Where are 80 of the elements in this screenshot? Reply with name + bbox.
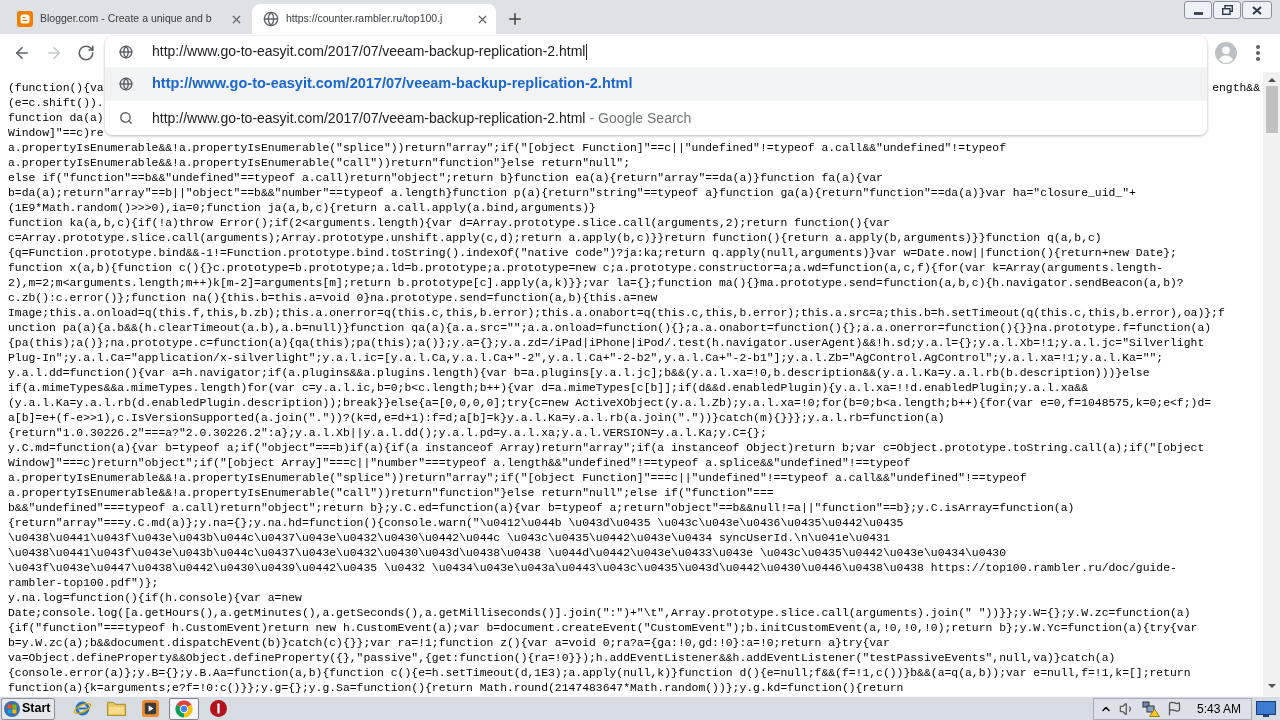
code-line: function(a){k=arguments;e?f=!0:c()}};y.g={};y.g.Sa=function(){return Math.round(2147483647*Math.random())};y.g.kd=function(){return — [8, 681, 904, 696]
code-line: {return"1.0.30226.2"===a?"2.0.30226.2":a};y.a.l.Xb||y.a.l.dd();y.a.l.pd=y.a.l.xa;y.a.l.VERSION=y.a.l.Ka;y.C={}; — [8, 426, 767, 441]
code-line: c=Array.prototype.slice.call(arguments);Array.prototype.unshift.apply(c,d);return a.apply(b,c)}}return function(){return a.apply(b,arguments)}}function q(a,b,c) — [8, 231, 1102, 246]
address-field[interactable]: http://www.go-to-easyit.com/2017/07/veeam-backup-replication-2.html — [105, 36, 1207, 67]
alert-icon — [210, 700, 227, 717]
clock-time[interactable]: 5:43 AM — [1196, 699, 1241, 718]
globe-icon — [119, 77, 133, 91]
scrollbar[interactable] — [1263, 72, 1280, 696]
reload-icon — [77, 44, 95, 62]
code-line: {q=Function.prototype.bind&&-1!=Function.prototype.bind.toString().indexOf("native code")?ja:ka;return q.apply(null,arguments)}var w=Date.now||function(){return+new Date}; — [8, 246, 1177, 261]
code-line: a.propertyIsEnumerable&&!a.propertyIsEnumerable("call"))return"function"}else return"null"; — [8, 156, 631, 171]
code-line: {return"array"===y.C.md(a)};y.na={};y.na.hd=function(){console.warn("\u0412\u044b \u043d\u0435 \u043c\u043e\u0436\u0435\u0442\u0435 — [8, 516, 904, 531]
person-icon — [1215, 42, 1237, 64]
suggestion-item[interactable]: http://www.go-to-easyit.com/2017/07/veeam-backup-replication-2.html — [105, 67, 1207, 101]
code-line: Window]"===c)return"object";if("[object Array]"===c||"number"===typeof a.length&&"undefined"!==typeof a.splice&&"undefined"!==typeof — [8, 456, 911, 471]
code-line: b=da(a);return"array"==b||"object"==b&&"number"==typeof a.length}function p(a){return"string"==typeof a}function ga(a){return"function"==da(a)}var ha="closure_uid_"+ — [8, 186, 1136, 201]
code-line: unction pa(a){a.b&&(h.clearTimeout(a.b),a.b=null)}function qa(a){a.a.src="";a.a.onload=function(){};a.a.onabort=function(){};a.a.onerror=function(){}}na.prototype.f=function(a) — [8, 321, 1212, 336]
ring-orbit-icon — [73, 699, 92, 718]
globe-icon — [119, 44, 133, 59]
code-line: Window]"==c)re — [8, 126, 104, 141]
close-window-button[interactable] — [1242, 1, 1272, 19]
code-line: {pa(this);a()};na.prototype.c=function(a){qa(this);pa(this);a()};y.a={};y.a.zd=/iPad|iPhone|iPod/.test(h.navigator.userAgent)&&!h.sd;y.a.l={};y.a.l.Xb=!1;y.a.l.jc="Silverlight — [8, 336, 1205, 351]
browser-tab[interactable]: https://counter.rambler.ru/top100.j — [252, 4, 496, 34]
color-wheel-icon — [175, 699, 194, 718]
code-line: function x(a,b){function c(){}c.prototype=b.prototype;a.ld=b.prototype;a.prototype=new c;a.prototype.constructor=a;a.wd=function(a,c,f){for(var k=Array(arguments.length- — [8, 261, 1164, 276]
code-line: if(a.mimeTypes&&a.mimeTypes.length)for(var c=y.a.l.ic,b=0;b<c.length;b++){var d=a.mimeTypes[c[b]];if(d&&d.enabledPlugin){y.a.l.xa=!!d.enabledPlugin;y.a.l.xa&& — [8, 381, 1088, 396]
code-line: rambler-top100.pdf")}; — [8, 576, 159, 591]
show-desktop-icon[interactable] — [1256, 700, 1276, 717]
code-line: \u043f\u043e\u0447\u0438\u0442\u0430\u0439\u0442\u0435 \u0432 \u0434\u043e\u043a\u0443\u043c\u0435\u043d\u0442\u0430\u0446\u0438\u0438 https://top100.rambler.ru/doc/guide- — [8, 561, 1177, 576]
code-line: a.propertyIsEnumerable&&!a.propertyIsEnumerable("splice"))return"array";if("[object Function]"==c||"undefined"!=typeof a.call&&"undefined"!=typeof — [8, 141, 1006, 156]
code-line: \u0438\u0441\u043f\u043e\u043b\u044c\u0437\u043e\u0432\u0430\u043d\u0438\u0438 \u044d\u0442\u043e\u0433\u043e \u043c\u0435\u0442\u043e\u0434\u0430 — [8, 546, 1006, 561]
code-line: y.C.md=function(a){var b=typeof a;if("object"===b)if(a){if(a instanceof Array)return"array";if(a instanceof Object)return b;var c=Object.prototype.toString.call(a);if("[object — [8, 441, 1205, 456]
flag-icon[interactable] — [1166, 701, 1182, 716]
media-player-icon — [142, 700, 159, 717]
code-line: a.propertyIsEnumerable&&!a.propertyIsEnumerable("splice"))return"array";if("[object Function]"===c||"undefined"!==typeof a.call&&"undefined"!==typeof — [8, 471, 1027, 486]
code-line: a[b]=e+(f-e>>1),c.IsVersionSupported(a.join("."))?(k=d,e=d+1):f=d;a[b]=k}y.a.l.Ka=y.a.l.rb(a.join("."))}catch(m){}}};y.a.l.rb=function(a) — [8, 411, 945, 426]
restore-button[interactable] — [1213, 1, 1241, 19]
code-line: Image;this.a.onload=q(this.f,this,b.zb);this.a.onerror=q(this.c,this,b.error);this.a.onabort=q(this.c,this,b.error);this.a.src=a;this.b=h.setTimeout(q(this.c,this,b.error),oa)};f — [8, 306, 1225, 321]
menu-icon — [1256, 45, 1260, 61]
plus-icon — [506, 10, 524, 28]
minimize-button[interactable] — [1184, 1, 1212, 19]
code-line: function da(a) — [8, 111, 104, 126]
code-line: else if("function"==b&&"undefined"==typeof a.call)return"object";return b}function ea(a){return"array"==da(a)}function fa(a){var — [8, 171, 883, 186]
code-line: \u0438\u0441\u043f\u043e\u043b\u044c\u0437\u043e\u0432\u0430\u0442\u044c \u043c\u0435\u0442\u043e\u0434 syncUserId.\n\u041e\u0431 — [8, 531, 890, 546]
close-icon — [1252, 5, 1262, 15]
code-line: y.na.log=function(){if(h.console){var a=new — [8, 591, 302, 606]
code-line: b&&"undefined"===typeof a.call)return"object";return b};y.C.ed=function(a){var b=typeof a;return"object"==b&&null!=a||"function"==b};y.C.isArray=function(a) — [8, 501, 1075, 516]
code-line: (1E9*Math.random()>>>0),ia=0;function ja(a,b,c){return a.call.apply(a.bind,arguments)} — [8, 201, 596, 216]
taskbar-app-button[interactable] — [169, 697, 200, 720]
code-line: ength&& — [1212, 81, 1260, 96]
globe-icon — [263, 11, 279, 27]
network-warning-icon[interactable] — [1141, 700, 1160, 717]
code-line: Date;console.log([a.getHours(),a.getMinutes(),a.getSeconds(),a.getMilliseconds()].join(":")+"\t",Array.prototype.slice.call(arguments).join(" "))}};y.W={};y.W.zc=function(a) — [8, 606, 1191, 621]
code-line: (y.a.l.Ka=y.a.l.rb(d.enabledPlugin.description));break}}else{a=[0,0,0,0];try{c=new ActiveXObject(y.a.l.Zb);y.a.l.xa=!0;for(b=0;b<a.length;b++){for(var e=0,f=1048575,k=0;e<f;)d= — [8, 396, 1212, 411]
code-line: (function(){va — [8, 81, 104, 96]
minimize-icon — [1193, 11, 1203, 15]
restore-icon — [1221, 5, 1233, 15]
scrollbar-thumb[interactable] — [1265, 86, 1278, 133]
code-line: (e=c.shift()). — [8, 96, 104, 111]
suggestion-item[interactable]: http://www.go-to-easyit.com/2017/07/veeam-backup-replication-2.html - Google Search — [105, 101, 1207, 135]
site-logo-icon — [17, 11, 33, 27]
folder-icon — [107, 701, 126, 716]
scroll-down-icon[interactable] — [1267, 684, 1276, 688]
code-line: {if("function"===typeof h.CustomEvent)return new h.CustomEvent(a);var b=document.createEvent("CustomEvent");b.initCustomEvent(a,!0,!0,!0);return b};y.W.Yc=function(a){try{var — [8, 621, 1198, 636]
code-line: a.propertyIsEnumerable&&!a.propertyIsEnumerable("call"))return"function"}else return"null";else if("function"=== — [8, 486, 774, 501]
code-line: y.a.l.dd=function(){var a=h.navigator;if(a.plugins&&a.plugins.length){var b=a.plugins[y.a.l.jc];b&&(y.a.l.xa=!0,b.description&&(y.a.l.Ka=y.a.l.rb(b.description)))}else — [8, 366, 1150, 381]
code-line: 2),m=2;m<arguments.length;m++)k[m-2]=arguments[m];return b.prototype[c].apply(a,k)}};var la={};function ma(){}ma.prototype.send=function(a,b,c){h.navigator.sendBeacon(a,b)? — [8, 276, 1184, 291]
arrow-right-icon — [45, 44, 63, 62]
code-line: {console.error(a)};y.B={};y.B.Aa=function(a,b){function c(){e=h.setTimeout(d,1E3);a.apply(null,k)}function d(){e=null;f&&(f=!1,c())}b&&(a=q(a,b));var e=null,f=!1,k=[];return — [8, 666, 1191, 681]
start-orb-icon — [4, 700, 20, 717]
code-line: Plug-In";y.a.l.Ca="application/x-silverlight";y.a.l.ic=[y.a.l.Ca,y.a.l.Ca+"-2",y.a.l.Ca+"-2-b2",y.a.l.Ca+"-2-b1"];y.a.l.Zb="AgControl.AgControl";y.a.l.xa=!1;y.a.l.Ka=""; — [8, 351, 1164, 366]
code-line: c.zb():c.error()};function na(){this.b=this.a=void 0}na.prototype.send=function(a,b){this.a=new — [8, 291, 658, 306]
start-button[interactable]: Start — [1, 697, 56, 720]
code-line: va=Object.defineProperty&&Object.defineProperty({},"passive",{get:function(){ra=!0}});h.addEventListener&&h.addEventListener("testPassiveEvents",null,va)}catch(a) — [8, 651, 1116, 666]
browser-tab[interactable]: Blogger.com - Create a unique and b — [6, 4, 250, 34]
code-line: function ka(a,b,c){if(!a)throw Error();if(2<arguments.length){var d=Array.prototype.slice.call(arguments,2);return function(){var — [8, 216, 890, 231]
text-cursor — [586, 43, 588, 60]
search-icon — [119, 111, 133, 125]
scroll-up-icon[interactable] — [1267, 78, 1276, 82]
code-line: b=y.W.zc(a);b&&document.dispatchEvent(b)}catch(c){}};var ra=!1;function z(){var a=void 0;ra?a={ga:!0,gd:!0}:a=!0;return a}try{var — [8, 636, 890, 651]
